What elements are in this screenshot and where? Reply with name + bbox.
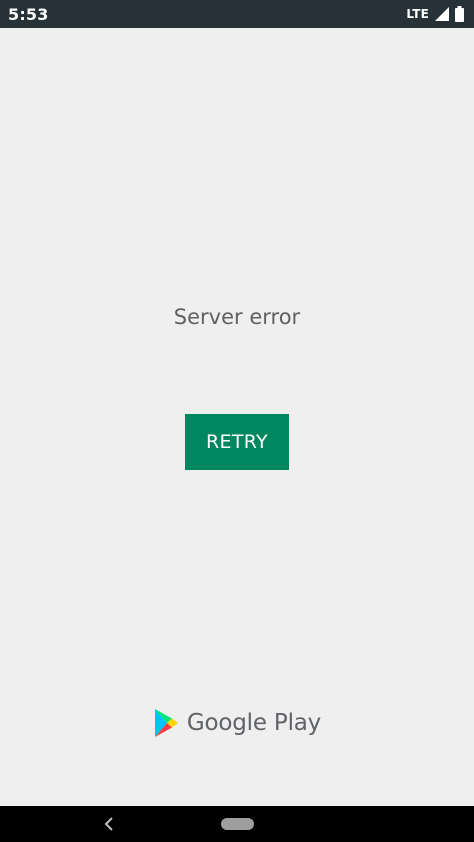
retry-button[interactable]: RETRY (185, 414, 289, 470)
signal-icon (435, 7, 449, 21)
status-bar: 5:53 LTE (0, 0, 474, 28)
back-icon[interactable] (98, 814, 120, 834)
navigation-bar (0, 806, 474, 842)
status-icons: LTE (406, 6, 464, 22)
app-screen: 5:53 LTE Server error RETRY Google Play (0, 0, 474, 842)
google-play-branding: Google Play (0, 708, 474, 738)
network-type: LTE (406, 7, 429, 21)
content-area: Server error RETRY Google Play (0, 28, 474, 806)
google-play-logo-icon (153, 708, 179, 738)
brand-name: Google Play (186, 710, 322, 736)
error-message: Server error (173, 305, 301, 329)
battery-icon (455, 6, 464, 22)
status-time: 5:53 (8, 4, 49, 24)
home-pill-icon[interactable] (221, 818, 254, 830)
